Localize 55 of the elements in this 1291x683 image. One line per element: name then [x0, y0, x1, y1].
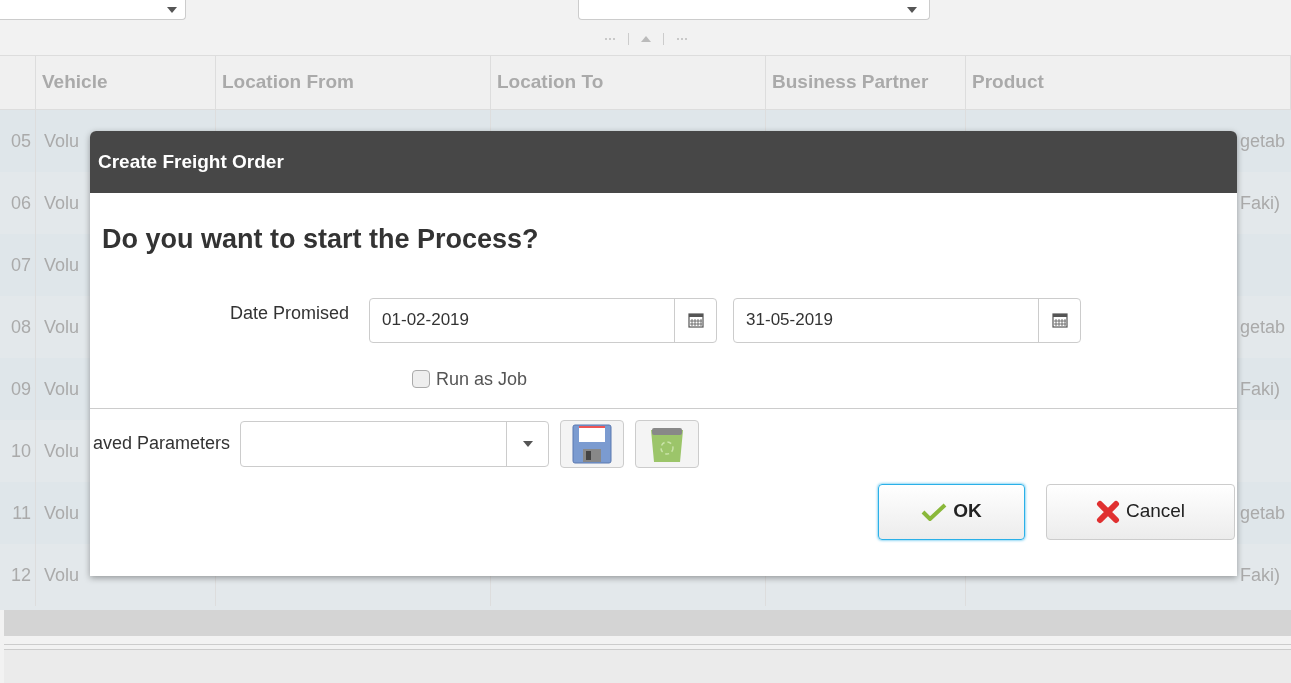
table-cell-text: Faki): [1240, 377, 1280, 401]
table-cell-text: Volu: [44, 501, 80, 525]
column-header[interactable]: Location From: [222, 68, 354, 97]
table-cell-text: 12: [10, 563, 31, 587]
table-cell-text: Faki): [1240, 563, 1280, 587]
delete-button[interactable]: [635, 419, 700, 468]
dots-icon: [675, 36, 688, 41]
table-cell-text: getab: [1240, 501, 1286, 525]
table-cell-text: 07: [10, 253, 31, 277]
table-cell-text: 08: [10, 315, 31, 339]
table-cell-text: Volu: [44, 191, 80, 215]
table-cell-text: 06: [10, 191, 31, 215]
table-cell-text: Volu: [44, 315, 80, 339]
table-cell-text: Faki): [1240, 191, 1280, 215]
table-cell-text: getab: [1240, 129, 1286, 153]
table-cell-text: Volu: [44, 377, 80, 401]
date-field[interactable]: 01-02-2019: [369, 297, 718, 343]
column-header[interactable]: Vehicle: [42, 68, 108, 97]
dots-icon: [603, 36, 616, 41]
checkbox-label: Run as Job: [436, 367, 528, 391]
calendar-icon: [687, 312, 704, 328]
table-cell-text: getab: [1240, 315, 1286, 339]
scrollbar[interactable]: [4, 610, 1291, 636]
table-cell-text: 05: [10, 129, 31, 153]
close-icon: [1095, 499, 1120, 524]
table-cell-text: Volu: [44, 439, 80, 463]
calendar-icon: [1051, 312, 1068, 328]
checkmark-icon: [921, 502, 948, 521]
column-header[interactable]: Business Partner: [772, 68, 929, 97]
dropdown-field[interactable]: [240, 420, 550, 467]
caret-icon: [522, 440, 533, 447]
dropdown-field[interactable]: [0, 0, 186, 20]
table-cell-text: 11: [12, 501, 31, 525]
field-label: aved Parameters: [93, 432, 231, 455]
checkbox[interactable]: [412, 370, 430, 388]
date-value: 01-02-2019: [381, 309, 471, 332]
collapse-up-icon[interactable]: [640, 35, 651, 42]
field-label: Date Promised: [230, 301, 350, 325]
table-cell-text: Volu: [44, 563, 80, 587]
table-cell-text: 09: [10, 377, 31, 401]
date-value: 31-05-2019: [745, 309, 835, 332]
cancel-button[interactable]: Cancel: [1046, 483, 1235, 540]
save-button[interactable]: [560, 419, 625, 468]
table-cell-text: 10: [10, 439, 31, 463]
dropdown-field[interactable]: [578, 0, 930, 20]
table-cell-text: Volu: [44, 253, 80, 277]
date-field[interactable]: 31-05-2019: [733, 297, 1082, 343]
caret-icon: [167, 6, 177, 13]
column-header[interactable]: Product: [972, 68, 1044, 97]
column-header[interactable]: Location To: [497, 68, 604, 97]
table-cell-text: Volu: [44, 129, 80, 153]
ok-button[interactable]: OK: [878, 483, 1025, 540]
dialog-title: Create Freight Order: [98, 149, 284, 174]
caret-icon: [907, 6, 917, 13]
dialog-question: Do you want to start the Process?: [102, 224, 539, 254]
